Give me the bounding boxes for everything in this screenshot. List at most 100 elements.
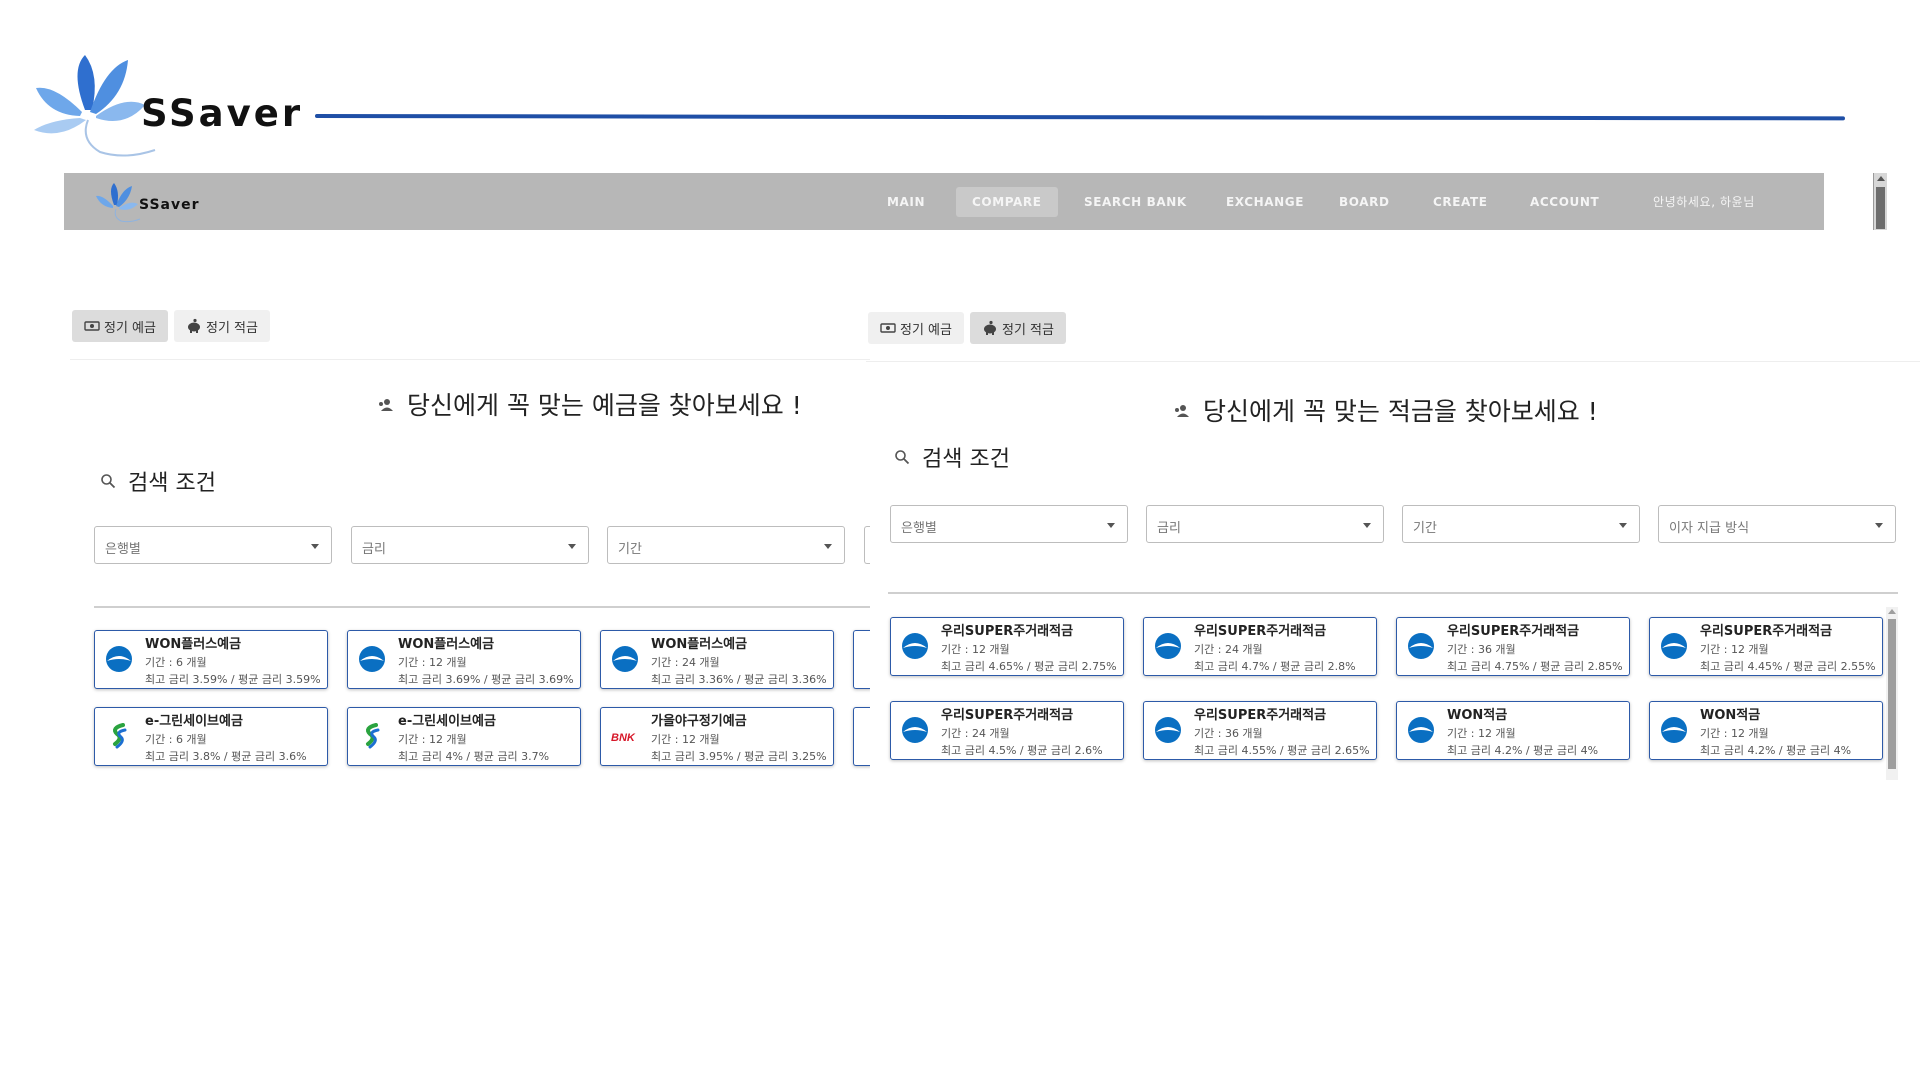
deposit-headline-text: 당신에게 꼭 맞는 예금을 찾아보세요 ! (407, 391, 802, 420)
deposit-product-card[interactable]: WON플러스예금 기간 : 6 개월 최고 금리 3.59% / 평균 금리 3… (94, 630, 328, 689)
savings-headline: 당신에게 꼭 맞는 적금을 찾아보세요 ! (1171, 392, 1598, 428)
users-icon (379, 399, 393, 411)
product-name: 가을야구정기예금 (651, 714, 747, 729)
deposit-product-card[interactable]: e-그린세이브예금 기간 : 12 개월 최고 금리 4% / 평균 금리 3.… (347, 707, 581, 766)
tab-deposit-label: 정기 예금 (104, 320, 156, 336)
scrollbar-thumb[interactable] (1876, 187, 1885, 229)
woori-bank-icon (1155, 717, 1181, 743)
header-divider (314, 114, 1846, 121)
savings-product-card[interactable]: 우리SUPER주거래적금 기간 : 24 개월 최고 금리 4.7% / 평균 … (1143, 617, 1377, 676)
nav-account[interactable]: ACCOUNT (1514, 187, 1615, 217)
deposit-filter-period[interactable]: 기간 (607, 526, 845, 564)
savings-product-card[interactable]: WON적금 기간 : 12 개월 최고 금리 4.2% / 평균 금리 4% (1649, 701, 1883, 760)
woori-bank-icon (359, 646, 385, 672)
savings-product-card[interactable]: 우리SUPER주거래적금 기간 : 12 개월 최고 금리 4.45% / 평균… (1649, 617, 1883, 676)
woori-bank-icon (1661, 633, 1687, 659)
savings-filter-interest-type[interactable]: 이자 지급 방식 (1658, 505, 1896, 543)
woori-bank-icon (1661, 717, 1687, 743)
deposit-filter-rate-placeholder: 금리 (362, 542, 386, 557)
money-icon (880, 323, 896, 333)
bnk-bank-icon: BNK (611, 732, 636, 744)
savings-product-card[interactable]: 우리SUPER주거래적금 기간 : 36 개월 최고 금리 4.75% / 평균… (1396, 617, 1630, 676)
product-period: 기간 : 12 개월 (941, 643, 1010, 656)
deposit-headline: 당신에게 꼭 맞는 예금을 찾아보세요 ! (375, 386, 802, 422)
nav-greeting[interactable]: 안녕하세요, 하윤님 (1637, 187, 1771, 217)
nav-create[interactable]: CREATE (1417, 187, 1504, 217)
tab-deposit-label: 정기 예금 (900, 322, 952, 338)
savings-filter-rate[interactable]: 금리 (1146, 505, 1384, 543)
search-icon (895, 450, 910, 465)
savings-product-card[interactable]: 우리SUPER주거래적금 기간 : 12 개월 최고 금리 4.65% / 평균… (890, 617, 1124, 676)
navbar: SSaver MAIN COMPARE SEARCH BANK EXCHANGE… (64, 173, 1887, 230)
deposit-panel: 정기 예금 정기 적금 당신에게 꼭 맞는 예금을 찾아보세요 ! 검색 조건 … (70, 308, 870, 778)
savings-product-card[interactable]: 우리SUPER주거래적금 기간 : 36 개월 최고 금리 4.55% / 평균… (1143, 701, 1377, 760)
woori-bank-icon (1408, 717, 1434, 743)
product-rate: 최고 금리 4.2% / 평균 금리 4% (1700, 744, 1852, 757)
woori-bank-icon (1155, 633, 1181, 659)
product-name: WON적금 (1700, 708, 1761, 723)
product-name: 우리SUPER주거래적금 (1194, 708, 1327, 723)
product-rate: 최고 금리 3.8% / 평균 금리 3.6% (145, 750, 307, 763)
product-rate: 최고 금리 3.36% / 평균 금리 3.36% (651, 673, 827, 686)
nav-compare[interactable]: COMPARE (956, 187, 1058, 217)
product-period: 기간 : 24 개월 (651, 656, 720, 669)
product-name: WON플러스예금 (398, 637, 495, 652)
deposit-product-card[interactable]: WON플러스예금 기간 : 12 개월 최고 금리 3.69% / 평균 금리 … (347, 630, 581, 689)
savings-filter-bank-placeholder: 은행별 (901, 521, 937, 536)
savings-product-card[interactable]: 우리SUPER주거래적금 기간 : 24 개월 최고 금리 4.5% / 평균 … (890, 701, 1124, 760)
product-period: 기간 : 6 개월 (145, 656, 207, 669)
deposit-filter-rate[interactable]: 금리 (351, 526, 589, 564)
savings-headline-text: 당신에게 꼭 맞는 적금을 찾아보세요 ! (1203, 397, 1598, 426)
savings-filter-bank[interactable]: 은행별 (890, 505, 1128, 543)
dropdown-arrow-icon (824, 544, 832, 549)
deposit-filter-bank[interactable]: 은행별 (94, 526, 332, 564)
piggy-bank-icon (187, 318, 200, 333)
tab-divider (866, 361, 1920, 362)
nav-main[interactable]: MAIN (871, 187, 941, 217)
nav-logo[interactable] (94, 181, 142, 223)
scroll-up-icon[interactable] (1877, 176, 1885, 181)
product-rate: 최고 금리 4.75% / 평균 금리 2.85% (1447, 660, 1623, 673)
deposit-filter-bank-placeholder: 은행별 (105, 542, 141, 557)
navbar-scrollbar[interactable] (1873, 173, 1887, 230)
nav-search-bank[interactable]: SEARCH BANK (1068, 187, 1203, 217)
savings-divider (888, 592, 1898, 594)
nav-brand[interactable]: SSaver (139, 197, 200, 213)
woori-bank-icon (612, 646, 638, 672)
savings-filter-rate-placeholder: 금리 (1157, 521, 1181, 536)
tab-savings-label: 정기 적금 (205, 320, 258, 336)
search-icon (101, 474, 116, 489)
nav-board[interactable]: BOARD (1323, 187, 1406, 217)
woori-bank-icon (902, 717, 928, 743)
deposit-divider (94, 606, 870, 608)
savings-filter-period[interactable]: 기간 (1402, 505, 1640, 543)
nav-exchange[interactable]: EXCHANGE (1210, 187, 1320, 217)
tab-savings[interactable]: 정기 적금 (173, 310, 270, 342)
deposit-product-card[interactable]: e-그린세이브예금 기간 : 6 개월 최고 금리 3.8% / 평균 금리 3… (94, 707, 328, 766)
product-period: 기간 : 36 개월 (1447, 643, 1516, 656)
product-rate: 최고 금리 4.45% / 평균 금리 2.55% (1700, 660, 1876, 673)
product-tabs: 정기 예금 정기 적금 (868, 312, 1066, 344)
product-rate: 최고 금리 4.7% / 평균 금리 2.8% (1194, 660, 1356, 673)
savings-scrollbar[interactable] (1886, 607, 1898, 780)
product-period: 기간 : 12 개월 (398, 733, 467, 746)
tab-deposit[interactable]: 정기 예금 (72, 310, 168, 342)
product-period: 기간 : 6 개월 (145, 733, 207, 746)
product-rate: 최고 금리 4% / 평균 금리 3.7% (398, 750, 550, 763)
product-period: 기간 : 12 개월 (1700, 727, 1769, 740)
scroll-up-icon[interactable] (1888, 609, 1896, 614)
product-rate: 최고 금리 4.55% / 평균 금리 2.65% (1194, 744, 1370, 757)
tab-deposit[interactable]: 정기 예금 (868, 312, 964, 344)
brand-title: SSaver (141, 92, 304, 135)
deposit-product-card[interactable]: WON플러스예금 기간 : 24 개월 최고 금리 3.36% / 평균 금리 … (600, 630, 834, 689)
scrollbar-thumb[interactable] (1888, 619, 1896, 769)
savings-filter-interest-type-placeholder: 이자 지급 방식 (1669, 521, 1750, 536)
deposit-search-title: 검색 조건 (100, 465, 216, 497)
savings-product-card[interactable]: WON적금 기간 : 12 개월 최고 금리 4.2% / 평균 금리 4% (1396, 701, 1630, 760)
savings-search-label: 검색 조건 (922, 447, 1010, 472)
savings-panel: 정기 예금 정기 적금 당신에게 꼭 맞는 적금을 찾아보세요 ! 검색 조건 … (866, 310, 1920, 780)
product-name: 우리SUPER주거래적금 (941, 708, 1074, 723)
product-rate: 최고 금리 3.95% / 평균 금리 3.25% (651, 750, 827, 763)
tab-savings[interactable]: 정기 적금 (969, 312, 1066, 344)
deposit-product-card[interactable]: BNK 가을야구정기예금 기간 : 12 개월 최고 금리 3.95% / 평균… (600, 707, 834, 766)
